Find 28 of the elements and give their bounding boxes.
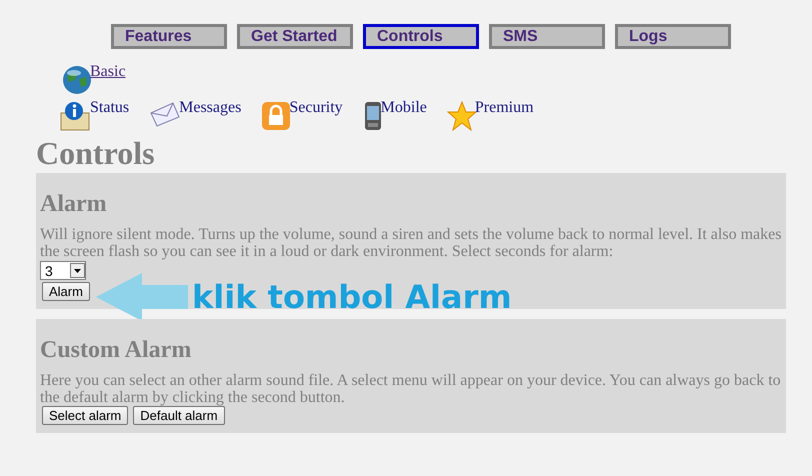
annotation-text: klik tombol Alarm — [192, 278, 512, 316]
section-title: Custom Alarm — [40, 337, 192, 364]
nav-link[interactable]: Messages — [179, 99, 242, 117]
section-description: Here you can select an other alarm sound file. A select menu will appear on your device. You can always go back to the default alarm by clicking the second button. — [40, 372, 782, 406]
nav-link[interactable]: Security — [289, 99, 343, 117]
lock-icon — [261, 101, 292, 131]
nav-tab[interactable]: Get Started — [237, 24, 353, 49]
action-button[interactable]: Default alarm — [133, 406, 225, 425]
nav-link[interactable]: Premium — [474, 99, 534, 117]
section-title: Alarm — [40, 191, 108, 218]
arrow-icon — [96, 273, 188, 321]
envelope-icon — [149, 101, 182, 127]
star-icon — [446, 101, 477, 131]
seconds-select[interactable]: 3 — [40, 261, 86, 280]
nav-link[interactable]: Mobile — [380, 99, 427, 117]
section-description: Will ignore silent mode. Turns up the volume, sound a siren and sets the volume back to normal level. It also makes the screen flash so you can see it in a loud or dark environment. Select seconds for alarm: — [40, 226, 782, 260]
nav-tab[interactable]: Features — [111, 24, 227, 49]
nav-tab[interactable]: Logs — [615, 24, 731, 49]
nav-link[interactable]: Status — [90, 99, 130, 117]
action-button[interactable]: Alarm — [42, 282, 90, 301]
nav-tab[interactable]: Controls — [363, 24, 479, 49]
basic-link[interactable]: Basic — [90, 63, 126, 81]
phone-icon — [362, 101, 383, 131]
page-title: Controls — [36, 135, 156, 173]
info-map-icon — [60, 101, 92, 131]
nav-tab[interactable]: SMS — [489, 24, 605, 49]
globe-icon — [62, 65, 92, 95]
action-button[interactable]: Select alarm — [42, 406, 128, 425]
